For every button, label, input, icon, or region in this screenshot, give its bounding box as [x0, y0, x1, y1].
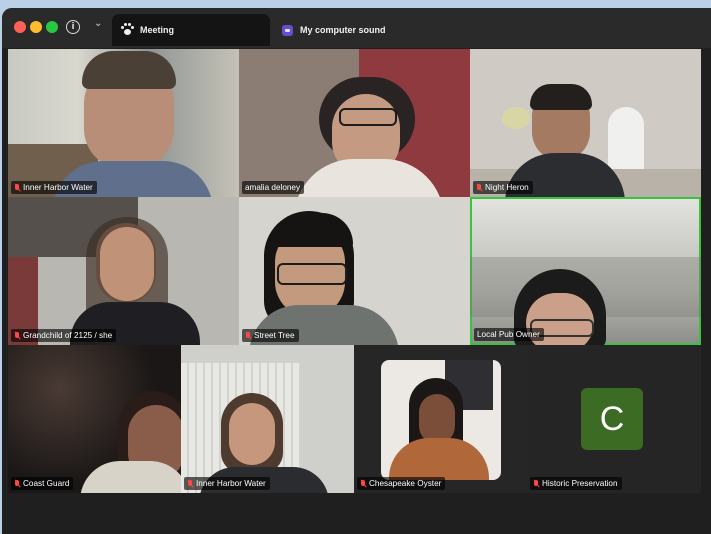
participant-name: Inner Harbor Water [196, 479, 266, 488]
video-tile[interactable]: Inner Harbor Water [8, 49, 239, 197]
muted-mic-icon [245, 331, 251, 340]
participant-name-label: amalia deloney [242, 181, 305, 194]
muted-mic-icon [14, 183, 20, 192]
participant-name-label: Inner Harbor Water [184, 477, 270, 490]
participant-name: Inner Harbor Water [23, 183, 93, 192]
tab-computer-sound[interactable]: My computer sound [274, 14, 474, 46]
muted-mic-icon [476, 183, 482, 192]
zoom-window-button[interactable] [46, 21, 58, 33]
minimize-window-button[interactable] [30, 21, 42, 33]
muted-mic-icon [14, 331, 20, 340]
participant-name: Night Heron [485, 183, 529, 192]
video-tile[interactable]: Street Tree [239, 197, 470, 345]
participant-name: Coast Guard [23, 479, 70, 488]
participant-avatar-initial: C [581, 388, 643, 450]
video-tile[interactable]: Inner Harbor Water [181, 345, 354, 493]
sound-app-icon [282, 24, 293, 36]
participant-name: Grandchild of 2125 / she [23, 331, 113, 340]
tab-sound-label: My computer sound [300, 25, 386, 35]
chevron-down-icon[interactable]: ⌄ [94, 18, 102, 29]
tab-meeting-label: Meeting [140, 25, 175, 35]
video-tile[interactable]: Night Heron [470, 49, 701, 197]
participant-name-label: Night Heron [473, 181, 533, 194]
video-tile[interactable]: amalia deloney [239, 49, 470, 197]
muted-mic-icon [187, 479, 193, 488]
video-tile[interactable]: Chesapeake Oyster [354, 345, 527, 493]
participant-name: amalia deloney [245, 183, 301, 192]
participant-name-label: Street Tree [242, 329, 299, 342]
participant-name-label: Coast Guard [11, 477, 74, 490]
tab-meeting[interactable]: Meeting [112, 14, 270, 46]
video-tile[interactable]: Coast Guard [8, 345, 181, 493]
title-bar: i ⌄ Meeting My computer sound [2, 8, 711, 48]
participant-name-label: Grandchild of 2125 / she [11, 329, 117, 342]
video-tile-active-speaker[interactable]: Local Pub Owner [470, 197, 701, 345]
participant-name: Street Tree [254, 331, 295, 340]
participant-name-label: Local Pub Owner [474, 328, 544, 341]
muted-mic-icon [533, 479, 539, 488]
muted-mic-icon [14, 479, 20, 488]
participant-name: Local Pub Owner [477, 330, 540, 339]
participant-name-label: Inner Harbor Water [11, 181, 97, 194]
info-icon[interactable]: i [66, 20, 80, 34]
close-window-button[interactable] [14, 21, 26, 33]
participant-name-label: Chesapeake Oyster [357, 477, 446, 490]
participant-name-label: Historic Preservation [530, 477, 622, 490]
video-tile[interactable]: Grandchild of 2125 / she [8, 197, 239, 345]
paw-icon [120, 23, 134, 37]
muted-mic-icon [360, 479, 366, 488]
participant-name: Historic Preservation [542, 479, 618, 488]
participant-name: Chesapeake Oyster [369, 479, 442, 488]
